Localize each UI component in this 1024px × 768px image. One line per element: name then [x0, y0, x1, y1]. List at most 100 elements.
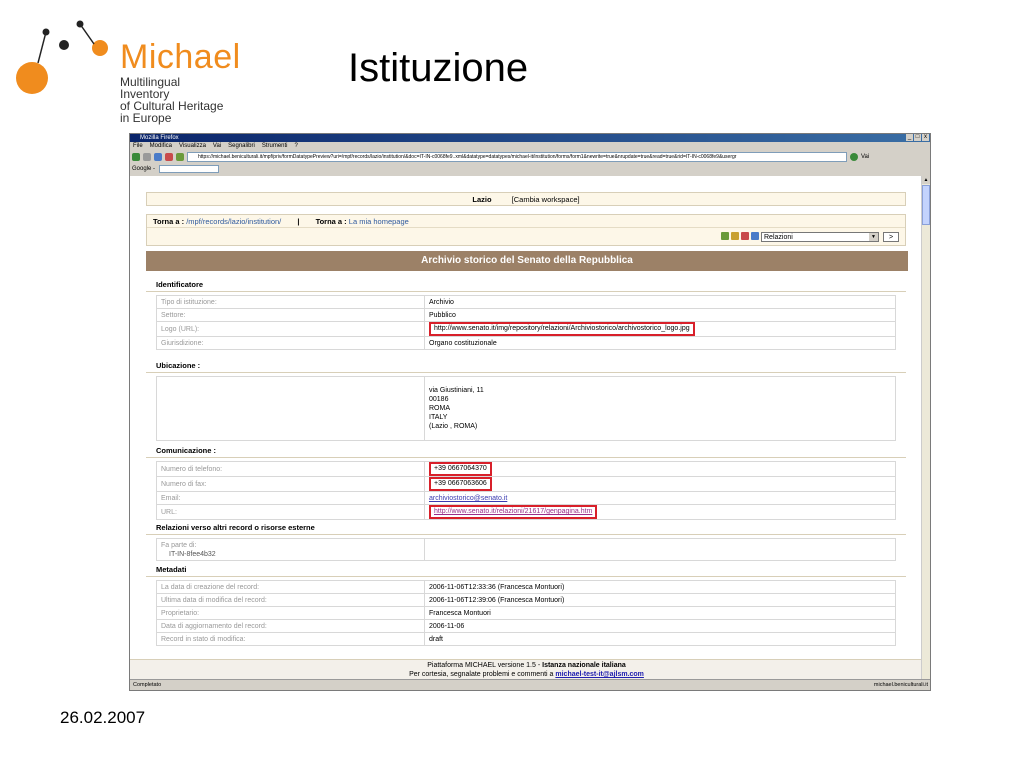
scroll-up-icon[interactable]: ▲ — [922, 176, 930, 184]
google-search-input[interactable] — [159, 164, 220, 173]
table-row: Fa parte di: IT-IN-8fee4b32 — [156, 538, 896, 561]
field-label: Giurisdizione: — [156, 336, 425, 350]
field-value: http://www.senato.it/img/repository/rela… — [424, 321, 896, 337]
status-domain: michael.beniculturali.it — [873, 682, 928, 688]
section-ubicazione: Ubicazione : via Giustiniani, 11 00186 R… — [146, 359, 906, 441]
ubicazione-table: via Giustiniani, 11 00186 ROMA ITALY (La… — [156, 376, 896, 441]
slide-title: Istituzione — [348, 46, 529, 90]
scrollbar-thumb[interactable] — [922, 185, 930, 225]
field-label: Proprietario: — [156, 606, 425, 620]
reload-icon[interactable] — [154, 153, 162, 161]
table-row: Settore: Pubblico — [156, 308, 896, 322]
close-button[interactable]: x — [922, 134, 929, 141]
table-row: via Giustiniani, 11 00186 ROMA ITALY (La… — [156, 376, 896, 441]
go-icon[interactable] — [850, 153, 858, 161]
back-label: Torna a : — [153, 217, 185, 226]
field-label: Email: — [156, 491, 425, 505]
menu-segnalibri[interactable]: Segnalibri — [228, 142, 255, 151]
field-value: +39 0667063606 — [424, 476, 896, 492]
relations-select-value: Relazioni — [764, 234, 793, 241]
table-row: Giurisdizione: Organo costituzionale — [156, 336, 896, 350]
logo-title: Michael — [120, 38, 241, 76]
table-row: Record in stato di modifica: draft — [156, 632, 896, 646]
go-button[interactable]: Vai — [861, 154, 869, 160]
logo-subtitle-line: in Europe — [120, 111, 172, 125]
vertical-scrollbar[interactable]: ▲ — [921, 176, 930, 680]
section-title: Ubicazione : — [146, 359, 906, 373]
footer-email-link[interactable]: michael-test-it@ajlsm.com — [555, 671, 644, 678]
field-label: Fa parte di: IT-IN-8fee4b32 — [156, 538, 425, 561]
email-link[interactable]: archiviostorico@senato.it — [429, 495, 507, 502]
page-footer: Piattaforma MICHAEL versione 1.5 - Istan… — [130, 659, 923, 680]
section-comunicazione: Comunicazione : Numero di telefono: +39 … — [146, 444, 906, 520]
field-value: Organo costituzionale — [424, 336, 896, 350]
menu-modifica[interactable]: Modifica — [150, 142, 172, 151]
michael-logo-graphic — [16, 20, 108, 94]
table-row: Logo (URL): http://www.senato.it/img/rep… — [156, 321, 896, 337]
forward-icon[interactable] — [143, 153, 151, 161]
back-links-row: Torna a : /mpf/records/lazio/institution… — [147, 215, 905, 228]
field-label: URL: — [156, 504, 425, 520]
field-label: La data di creazione del record: — [156, 580, 425, 594]
relations-select[interactable]: Relazioni ▼ — [761, 232, 879, 242]
field-label — [156, 376, 425, 441]
publish-icon[interactable] — [751, 232, 759, 240]
record-heading: Archivio storico del Senato della Repubb… — [146, 251, 908, 271]
section-identificatore: Identificatore Tipo di istituzione: Arch… — [146, 278, 906, 350]
table-row: Proprietario: Francesca Montuori — [156, 606, 896, 620]
field-value: Francesca Montuori — [424, 606, 896, 620]
footer-platform: Piattaforma MICHAEL versione 1.5 - — [427, 662, 541, 669]
relation-type: Fa parte di: — [161, 541, 197, 549]
home-icon[interactable] — [176, 153, 184, 161]
menu-visualizza[interactable]: Visualizza — [179, 142, 206, 151]
comunicazione-table: Numero di telefono: +39 0667064370 Numer… — [156, 461, 896, 520]
chevron-down-icon[interactable]: ▼ — [869, 233, 878, 241]
workspace-bar: Lazio [Cambia workspace] — [146, 192, 906, 206]
tools-row: Relazioni ▼ > — [147, 228, 905, 246]
browser-window: Mozilla Firefox _ □ x File Modifica Visu… — [129, 133, 931, 691]
homepage-link[interactable]: La mia homepage — [349, 217, 409, 226]
address-line: via Giustiniani, 11 — [429, 387, 484, 394]
browser-titlebar: Mozilla Firefox _ □ x — [130, 134, 930, 142]
field-label: Numero di fax: — [156, 476, 425, 492]
separator: | — [297, 217, 300, 226]
google-label[interactable]: Google - — [132, 166, 155, 172]
navigation-toolbar: https://michael.beniculturali.it/mpf/pri… — [130, 151, 930, 163]
window-buttons: _ □ x — [906, 134, 929, 141]
stop-icon[interactable] — [165, 153, 173, 161]
highlighted-phone: +39 0667064370 — [429, 462, 492, 476]
field-label: Tipo di istituzione: — [156, 295, 425, 309]
menu-help[interactable]: ? — [295, 142, 298, 151]
maximize-button[interactable]: □ — [914, 134, 921, 141]
field-value: 2006-11-06 — [424, 619, 896, 633]
institution-list-link[interactable]: /mpf/records/lazio/institution/ — [186, 217, 281, 226]
copy-icon[interactable] — [731, 232, 739, 240]
minimize-button[interactable]: _ — [906, 134, 913, 141]
section-title: Comunicazione : — [146, 444, 906, 458]
edit-icon[interactable] — [721, 232, 729, 240]
table-row: Numero di fax: +39 0667063606 — [156, 476, 896, 492]
menu-file[interactable]: File — [133, 142, 143, 151]
menu-vai[interactable]: Vai — [213, 142, 221, 151]
back-icon[interactable] — [132, 153, 140, 161]
change-workspace-link[interactable]: [Cambia workspace] — [512, 195, 580, 204]
michael-logo: Michael Multilingual Inventory of Cultur… — [10, 18, 250, 124]
highlighted-fax: +39 0667063606 — [429, 477, 492, 491]
menu-bar: File Modifica Visualizza Vai Segnalibri … — [130, 142, 930, 151]
section-title: Metadati — [146, 563, 906, 577]
status-text: Completato — [133, 682, 162, 688]
window-title: Mozilla Firefox — [140, 135, 179, 141]
field-value: draft — [424, 632, 896, 646]
menu-strumenti[interactable]: Strumenti — [262, 142, 288, 151]
footer-instance: Istanza nazionale italiana — [542, 662, 626, 669]
highlighted-logo-url: http://www.senato.it/img/repository/rela… — [429, 322, 695, 336]
delete-icon[interactable] — [741, 232, 749, 240]
url-bar[interactable]: https://michael.beniculturali.it/mpf/pri… — [187, 152, 847, 162]
relations-go-button[interactable]: > — [883, 232, 899, 242]
relation-target[interactable]: IT-IN-8fee4b32 — [161, 550, 424, 559]
website-link[interactable]: http://www.senato.it/relazioni/21617/gen… — [429, 505, 598, 519]
address-value: via Giustiniani, 11 00186 ROMA ITALY (La… — [424, 376, 896, 441]
field-label: Ultima data di modifica del record: — [156, 593, 425, 607]
field-label: Settore: — [156, 308, 425, 322]
slide: Michael Multilingual Inventory of Cultur… — [0, 0, 1024, 768]
